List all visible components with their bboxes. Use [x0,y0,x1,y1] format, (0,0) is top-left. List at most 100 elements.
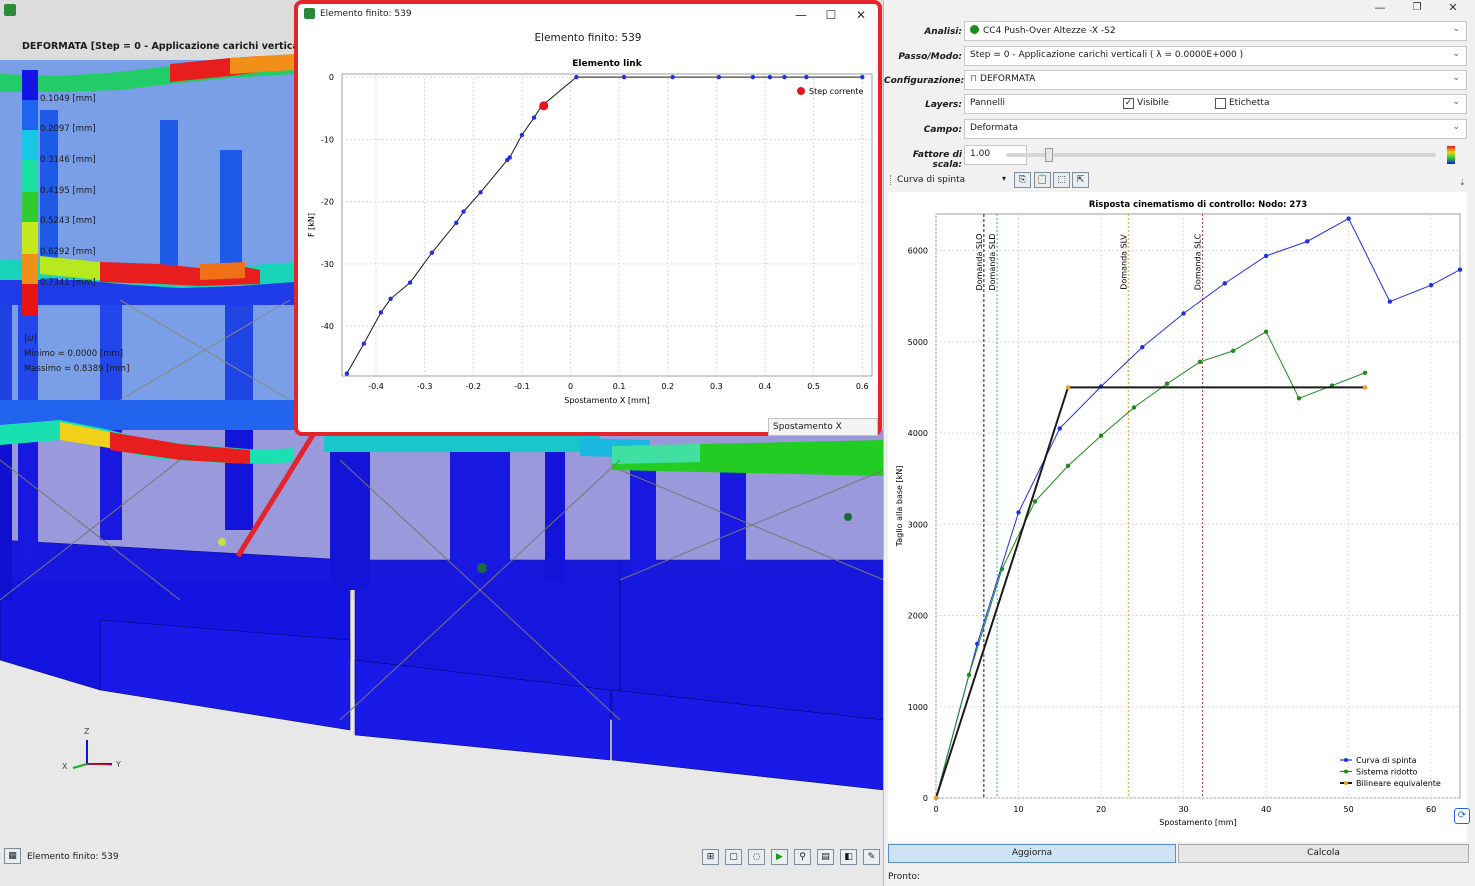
demand-label: Domanda SLC [1194,233,1203,290]
legend-label: Curva di spinta [1356,756,1417,765]
chart-title: Risposta cinematismo di controllo: Nodo:… [1089,200,1307,210]
axis-x-label: X [62,762,68,771]
copy-icon[interactable]: ⎘ [1014,172,1031,188]
x-tick-label: 0.3 [710,382,723,391]
image-export-icon[interactable]: ⇱ [1072,172,1089,188]
data-point [767,74,773,80]
x-tick-label: -0.3 [417,382,433,391]
legend-label: Step corrente [809,87,863,96]
y-tick-label: 0 [923,794,928,803]
data-point [461,209,466,214]
scale-slider-track[interactable] [1006,153,1436,157]
table-icon[interactable]: ▤ [817,849,834,865]
x-tick-label: 0.6 [856,382,869,391]
legend-max: Massimo = 0.8389 [mm] [24,364,130,374]
minimize-icon[interactable]: — [786,4,816,26]
play-icon[interactable]: ▶ [771,849,788,865]
green-dot-icon [970,25,979,34]
x-tick-label: 10 [1013,805,1023,814]
data-point [1140,345,1145,350]
overflow-chevron-icon[interactable]: ⇣ [1459,178,1466,187]
label-checkbox[interactable] [1215,98,1226,109]
step-select[interactable]: Step = 0 - Applicazione carichi vertical… [964,46,1467,66]
x-tick-label: 50 [1344,805,1354,814]
pdf-export-icon[interactable]: ⬚ [1053,172,1070,188]
curve-selector[interactable]: Curva di spinta [890,175,965,185]
data-point [429,250,435,255]
x-tick-label: -0.1 [514,382,530,391]
element-popup-window[interactable]: Elemento finito: 539 — ☐ ✕ Elemento fini… [294,0,882,436]
select-frame-icon[interactable]: ▢ [725,849,742,865]
data-point [1263,329,1269,334]
data-point [454,220,459,226]
link-element-chart: Elemento link -0.4 -0.3 -0.2 -0.1 0 0.1 0.2 0.3 0… [307,59,873,405]
data-point [1098,433,1104,438]
field-value: Deformata [970,123,1019,133]
popup-window-title: Elemento finito: 539 [320,9,412,19]
layers-label: Layers: [925,100,962,110]
layer-icon[interactable]: ◧ [840,849,857,865]
element-info-icon[interactable]: ▦ [4,848,21,864]
x-tick-label: 0.5 [807,382,820,391]
displacement-tab[interactable]: Spostamento X [768,418,878,436]
y-tick-label: 3000 [908,520,928,529]
plot-area [341,73,873,377]
close-icon[interactable]: ✕ [1438,0,1468,16]
restore-icon[interactable]: ❐ [1402,0,1432,16]
chevron-down-icon[interactable]: ▾ [1002,174,1006,183]
data-point [507,155,512,160]
plot-area [935,213,1461,799]
data-point [1016,510,1021,515]
x-tick-label: 60 [1426,805,1436,814]
orbit-icon[interactable]: ◌ [748,849,765,865]
x-tick-label: -0.2 [465,382,481,391]
close-icon[interactable]: ✕ [846,4,876,26]
configuration-select[interactable]: ⊓ DEFORMATA ⌄ [964,70,1467,90]
results-panel: — ❐ ✕ Analisi: CC4 Push-Over Altezze -X … [884,0,1475,886]
legend-value: 0.4195 [mm] [40,186,96,196]
data-point [1296,396,1302,401]
data-point [1065,463,1071,469]
deformed-frame-icon: ⊓ [970,74,978,84]
y-axis-label: Taglio alla base [kN] [895,466,904,548]
field-select[interactable]: Deformata ⌄ [964,119,1467,139]
analysis-select[interactable]: CC4 Push-Over Altezze -X -S2 ⌄ [964,21,1467,41]
minimize-icon[interactable]: — [1365,0,1395,16]
visible-label: Visibile [1137,98,1169,108]
color-scale-icon[interactable] [1447,146,1455,164]
status-element-text: Elemento finito: 539 [27,852,119,862]
data-point [1197,359,1203,365]
data-point [1065,385,1071,390]
y-tick-label: -10 [321,135,334,144]
data-point [621,74,627,80]
data-point [574,74,579,80]
update-button[interactable]: Aggiorna [888,844,1176,863]
demand-label: Domanda SLO [975,234,984,291]
app-logo-icon [304,8,315,19]
data-point [378,310,384,315]
clipboard-icon[interactable]: 📋 [1034,172,1051,188]
popup-titlebar[interactable]: Elemento finito: 539 — ☐ ✕ [298,4,878,26]
refresh-icon[interactable]: ⟳ [1454,808,1470,824]
y-tick-label: 5000 [908,338,928,347]
x-tick-label: 0.2 [661,382,674,391]
chart-title: Elemento link [572,59,642,69]
report-icon[interactable]: ✎ [863,849,880,865]
maximize-icon[interactable]: ☐ [816,4,846,26]
visible-checkbox[interactable]: ✓ [1123,98,1134,109]
y-tick-label: 0 [329,73,334,82]
legend-marker [1344,758,1348,762]
grid-snap-icon[interactable]: ⊞ [702,849,719,865]
data-point [860,74,865,80]
scale-slider-thumb[interactable] [1045,148,1053,162]
data-point [1164,381,1170,386]
current-step-point [539,101,549,111]
data-point [1131,405,1137,410]
data-point [478,190,483,195]
calculate-button[interactable]: Calcola [1178,844,1469,863]
y-tick-label: 1000 [908,703,928,712]
step-value: Step = 0 - Applicazione carichi vertical… [970,50,1244,60]
filter-icon[interactable]: ⚲ [794,849,811,865]
y-tick-label: 4000 [908,429,928,438]
scale-factor-value: 1.00 [970,149,991,159]
